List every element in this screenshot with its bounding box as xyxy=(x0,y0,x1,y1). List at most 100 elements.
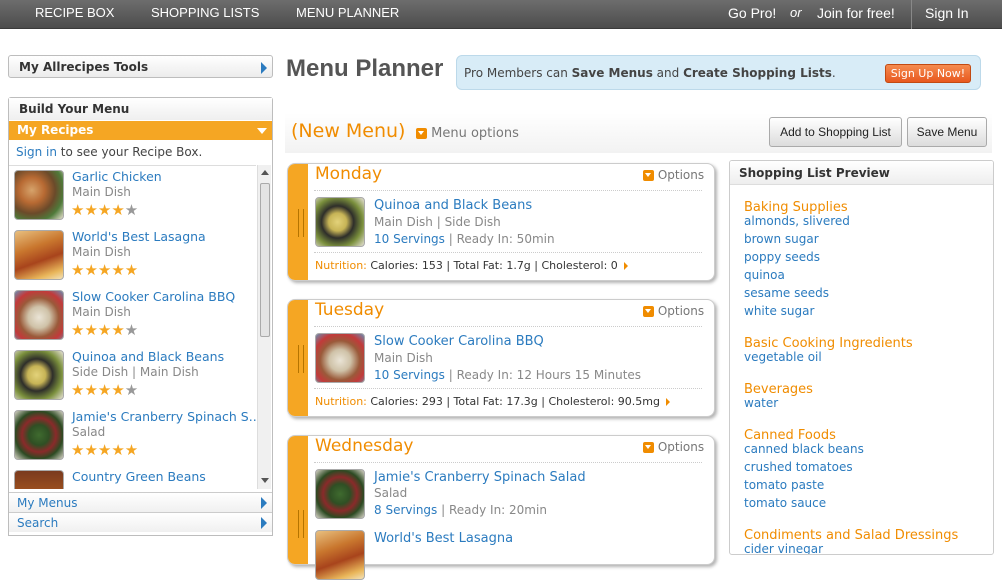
sign-in-recipe-link[interactable]: Sign in xyxy=(16,145,57,159)
meal-title[interactable]: Slow Cooker Carolina BBQ xyxy=(374,334,544,349)
recipe-title[interactable]: Garlic Chicken xyxy=(72,169,162,184)
dropdown-arrow-icon[interactable] xyxy=(643,442,654,453)
recipe-item[interactable]: Garlic Chicken Main Dish ★★★★★ xyxy=(9,166,256,226)
shopping-item[interactable]: water xyxy=(744,396,778,410)
menu-options-dropdown[interactable]: Menu options xyxy=(416,126,519,141)
nutrition-summary[interactable]: Nutrition: Calories: 293 | Total Fat: 17… xyxy=(315,395,670,408)
shopping-item[interactable]: white sugar xyxy=(744,304,814,318)
servings-link[interactable]: 8 Servings xyxy=(374,503,437,517)
drag-handle-strip[interactable] xyxy=(288,300,308,416)
meal-title[interactable]: World's Best Lasagna xyxy=(374,531,513,546)
meal-category: Salad xyxy=(374,486,408,500)
shopping-item[interactable]: vegetable oil xyxy=(744,350,822,364)
meal-servings-info: 10 Servings | Ready In: 50min xyxy=(374,232,555,246)
nutrition-summary[interactable]: Nutrition: Calories: 153 | Total Fat: 1.… xyxy=(315,259,628,272)
my-recipes-tab[interactable]: My Recipes xyxy=(9,121,272,140)
sign-in-link[interactable]: Sign In xyxy=(925,5,969,21)
meal-title[interactable]: Jamie's Cranberry Spinach Salad xyxy=(374,470,586,485)
rating-stars: ★★★★★ xyxy=(71,321,139,339)
recipe-thumbnail[interactable] xyxy=(14,410,64,460)
shopping-item[interactable]: almonds, slivered xyxy=(744,214,850,228)
recipe-thumbnail[interactable] xyxy=(14,170,64,220)
nav-recipe-box[interactable]: RECIPE BOX xyxy=(35,5,114,20)
recipe-category: Main Dish xyxy=(72,305,131,319)
day-card-wednesday[interactable]: Wednesday Options Jamie's Cranberry Spin… xyxy=(287,435,715,580)
recipe-item[interactable]: World's Best Lasagna Main Dish ★★★★★ xyxy=(9,226,256,286)
menu-name[interactable]: (New Menu) xyxy=(291,120,405,142)
drag-handle-strip[interactable] xyxy=(288,436,308,564)
nav-shopping-lists[interactable]: SHOPPING LISTS xyxy=(151,5,259,20)
sign-in-note-text: to see your Recipe Box. xyxy=(56,145,203,159)
join-link[interactable]: Join for free! xyxy=(817,5,895,21)
nav-menu-planner[interactable]: MENU PLANNER xyxy=(296,5,399,20)
go-pro-link[interactable]: Go Pro! xyxy=(728,5,776,21)
my-menus-item[interactable]: My Menus xyxy=(9,492,272,512)
recipe-thumbnail[interactable] xyxy=(14,230,64,280)
shopping-item[interactable]: quinoa xyxy=(744,268,785,282)
shopping-item[interactable]: tomato paste xyxy=(744,478,824,492)
grip-icon[interactable] xyxy=(298,209,304,237)
recipe-thumbnail[interactable] xyxy=(14,470,64,489)
recipe-title[interactable]: Slow Cooker Carolina BBQ xyxy=(72,289,235,304)
chevron-down-icon[interactable] xyxy=(257,128,267,134)
save-menu-button[interactable]: Save Menu xyxy=(907,117,987,147)
rating-stars: ★★★★★ xyxy=(71,201,139,219)
rating-stars: ★★★★★ xyxy=(71,381,139,399)
meal-thumbnail[interactable] xyxy=(315,469,365,519)
scroll-up-icon[interactable] xyxy=(261,170,269,175)
shopping-item[interactable]: brown sugar xyxy=(744,232,819,246)
recipe-item[interactable]: Jamie's Cranberry Spinach S... Salad ★★★… xyxy=(9,406,256,466)
meal-thumbnail[interactable] xyxy=(315,333,365,383)
scrollbar-thumb[interactable] xyxy=(260,183,270,337)
recipe-item[interactable]: Quinoa and Black Beans Side Dish | Main … xyxy=(9,346,256,406)
recipe-title[interactable]: Country Green Beans xyxy=(72,469,206,484)
recipe-title[interactable]: World's Best Lasagna xyxy=(72,229,206,244)
search-item[interactable]: Search xyxy=(9,512,272,532)
day-name: Wednesday xyxy=(315,436,414,456)
shopping-category: Basic Cooking Ingredients xyxy=(744,336,913,351)
shopping-item[interactable]: sesame seeds xyxy=(744,286,829,300)
expand-arrow-icon[interactable] xyxy=(665,398,670,406)
day-name: Tuesday xyxy=(315,300,385,320)
dropdown-arrow-icon[interactable] xyxy=(643,170,654,181)
shopping-item[interactable]: crushed tomatoes xyxy=(744,460,853,474)
my-allrecipes-tools-panel[interactable]: My Allrecipes Tools xyxy=(8,55,273,78)
shopping-item[interactable]: poppy seeds xyxy=(744,250,820,264)
recipe-item[interactable]: Slow Cooker Carolina BBQ Main Dish ★★★★★ xyxy=(9,286,256,346)
recipe-thumbnail[interactable] xyxy=(14,290,64,340)
dropdown-arrow-icon[interactable] xyxy=(416,128,427,139)
grip-icon[interactable] xyxy=(298,345,304,373)
meal-title[interactable]: Quinoa and Black Beans xyxy=(374,198,532,213)
recipe-item[interactable]: Country Green Beans xyxy=(9,466,256,489)
tools-label: My Allrecipes Tools xyxy=(19,60,149,74)
meal-thumbnail[interactable] xyxy=(315,197,365,247)
meal-thumbnail[interactable] xyxy=(315,530,365,580)
add-to-shopping-list-button[interactable]: Add to Shopping List xyxy=(769,117,902,147)
day-options-dropdown[interactable]: Options xyxy=(643,304,704,318)
recipe-list-scrollbar[interactable] xyxy=(257,165,271,489)
dropdown-arrow-icon[interactable] xyxy=(643,306,654,317)
recipe-title[interactable]: Jamie's Cranberry Spinach S... xyxy=(72,409,256,424)
meal-category: Main Dish | Side Dish xyxy=(374,215,501,229)
sign-up-button[interactable]: Sign Up Now! xyxy=(885,64,971,83)
recipe-title[interactable]: Quinoa and Black Beans xyxy=(72,349,224,364)
shopping-item[interactable]: canned black beans xyxy=(744,442,864,456)
servings-link[interactable]: 10 Servings xyxy=(374,232,445,246)
servings-link[interactable]: 10 Servings xyxy=(374,368,445,382)
drag-handle-strip[interactable] xyxy=(288,164,308,280)
meal-category: Main Dish xyxy=(374,351,433,365)
chevron-right-icon[interactable] xyxy=(261,497,267,509)
expand-arrow-icon[interactable] xyxy=(261,62,267,74)
expand-arrow-icon[interactable] xyxy=(623,262,628,270)
shopping-item[interactable]: tomato sauce xyxy=(744,496,826,510)
chevron-right-icon[interactable] xyxy=(261,517,267,529)
day-options-dropdown[interactable]: Options xyxy=(643,168,704,182)
day-card-tuesday[interactable]: Tuesday Options Slow Cooker Carolina BBQ… xyxy=(287,299,715,417)
scroll-down-icon[interactable] xyxy=(261,478,269,483)
grip-icon[interactable] xyxy=(298,510,304,538)
day-options-dropdown[interactable]: Options xyxy=(643,440,704,454)
my-menus-label: My Menus xyxy=(17,496,78,510)
recipe-thumbnail[interactable] xyxy=(14,350,64,400)
divider xyxy=(314,252,702,253)
day-card-monday[interactable]: Monday Options Quinoa and Black Beans Ma… xyxy=(287,163,715,281)
